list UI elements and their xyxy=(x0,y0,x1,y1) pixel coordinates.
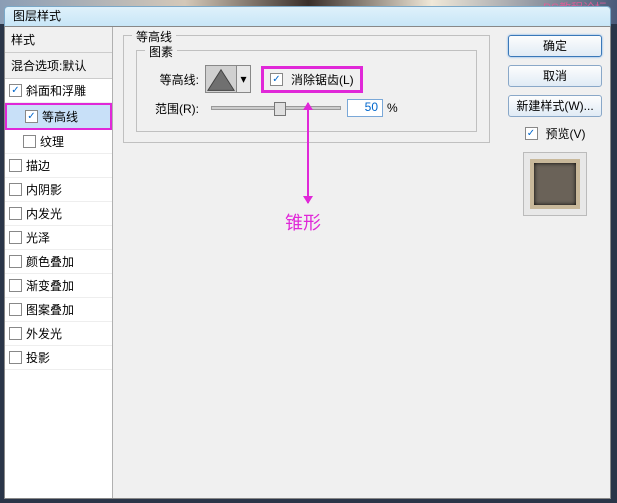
annotation-text: 锥形 xyxy=(285,209,321,235)
style-item-10[interactable]: 外发光 xyxy=(5,322,112,346)
antialias-checkbox[interactable] xyxy=(270,73,283,86)
style-checkbox[interactable] xyxy=(9,255,22,268)
style-item-label: 投影 xyxy=(26,349,50,366)
style-item-label: 斜面和浮雕 xyxy=(26,82,86,99)
style-checkbox[interactable] xyxy=(9,84,22,97)
preview-label: 预览(V) xyxy=(546,125,586,142)
style-checkbox[interactable] xyxy=(9,327,22,340)
style-item-11[interactable]: 投影 xyxy=(5,346,112,370)
style-item-label: 等高线 xyxy=(42,108,78,125)
style-checkbox[interactable] xyxy=(9,207,22,220)
range-label: 范围(R): xyxy=(147,100,199,117)
titlebar: 图层样式 xyxy=(4,6,611,26)
range-slider[interactable] xyxy=(211,106,341,110)
style-item-label: 内阴影 xyxy=(26,181,62,198)
styles-panel: 样式 混合选项:默认 斜面和浮雕等高线纹理描边内阴影内发光光泽颜色叠加渐变叠加图… xyxy=(5,27,113,498)
style-item-2[interactable]: 纹理 xyxy=(5,130,112,154)
elements-legend: 图素 xyxy=(145,43,177,60)
ok-button[interactable]: 确定 xyxy=(508,35,602,57)
style-item-label: 内发光 xyxy=(26,205,62,222)
range-slider-thumb[interactable] xyxy=(274,102,286,116)
annotation-arrow xyxy=(307,103,309,203)
dialog-title: 图层样式 xyxy=(13,9,61,23)
style-item-label: 描边 xyxy=(26,157,50,174)
style-item-label: 光泽 xyxy=(26,229,50,246)
preview-row: 预览(V) xyxy=(508,125,602,142)
styles-header[interactable]: 样式 xyxy=(5,27,112,53)
style-checkbox[interactable] xyxy=(23,135,36,148)
style-item-0[interactable]: 斜面和浮雕 xyxy=(5,79,112,103)
style-item-7[interactable]: 颜色叠加 xyxy=(5,250,112,274)
range-unit: % xyxy=(387,101,398,115)
cancel-button[interactable]: 取消 xyxy=(508,65,602,87)
style-checkbox[interactable] xyxy=(9,159,22,172)
style-item-label: 图案叠加 xyxy=(26,301,74,318)
style-checkbox[interactable] xyxy=(9,303,22,316)
style-item-label: 颜色叠加 xyxy=(26,253,74,270)
style-item-5[interactable]: 内发光 xyxy=(5,202,112,226)
chevron-down-icon: ▾ xyxy=(240,72,246,86)
style-item-4[interactable]: 内阴影 xyxy=(5,178,112,202)
style-item-label: 纹理 xyxy=(40,133,64,150)
antialias-highlight: 消除锯齿(L) xyxy=(261,66,363,93)
style-item-8[interactable]: 渐变叠加 xyxy=(5,274,112,298)
new-style-button[interactable]: 新建样式(W)... xyxy=(508,95,602,117)
blend-options-default[interactable]: 混合选项:默认 xyxy=(5,53,112,79)
center-panel: 等高线 图素 等高线: ▾ 消除锯齿(L) xyxy=(113,27,500,498)
style-checkbox[interactable] xyxy=(9,183,22,196)
style-item-3[interactable]: 描边 xyxy=(5,154,112,178)
preview-swatch-inner xyxy=(530,159,580,209)
preview-swatch xyxy=(523,152,587,216)
style-checkbox[interactable] xyxy=(9,351,22,364)
style-item-6[interactable]: 光泽 xyxy=(5,226,112,250)
style-item-1[interactable]: 等高线 xyxy=(5,103,112,130)
style-item-9[interactable]: 图案叠加 xyxy=(5,298,112,322)
style-item-label: 渐变叠加 xyxy=(26,277,74,294)
style-checkbox[interactable] xyxy=(9,279,22,292)
right-panel: 确定 取消 新建样式(W)... 预览(V) xyxy=(500,27,610,498)
contour-picker[interactable] xyxy=(205,65,237,93)
layer-style-dialog: 样式 混合选项:默认 斜面和浮雕等高线纹理描边内阴影内发光光泽颜色叠加渐变叠加图… xyxy=(4,26,611,499)
style-item-label: 外发光 xyxy=(26,325,62,342)
style-checkbox[interactable] xyxy=(25,110,38,123)
contour-dropdown-button[interactable]: ▾ xyxy=(237,65,251,93)
preview-checkbox[interactable] xyxy=(525,127,538,140)
contour-label: 等高线: xyxy=(147,71,199,88)
style-checkbox[interactable] xyxy=(9,231,22,244)
range-input[interactable]: 50 xyxy=(347,99,383,117)
contour-row: 等高线: ▾ 消除锯齿(L) xyxy=(147,65,466,93)
antialias-label: 消除锯齿(L) xyxy=(291,71,354,88)
